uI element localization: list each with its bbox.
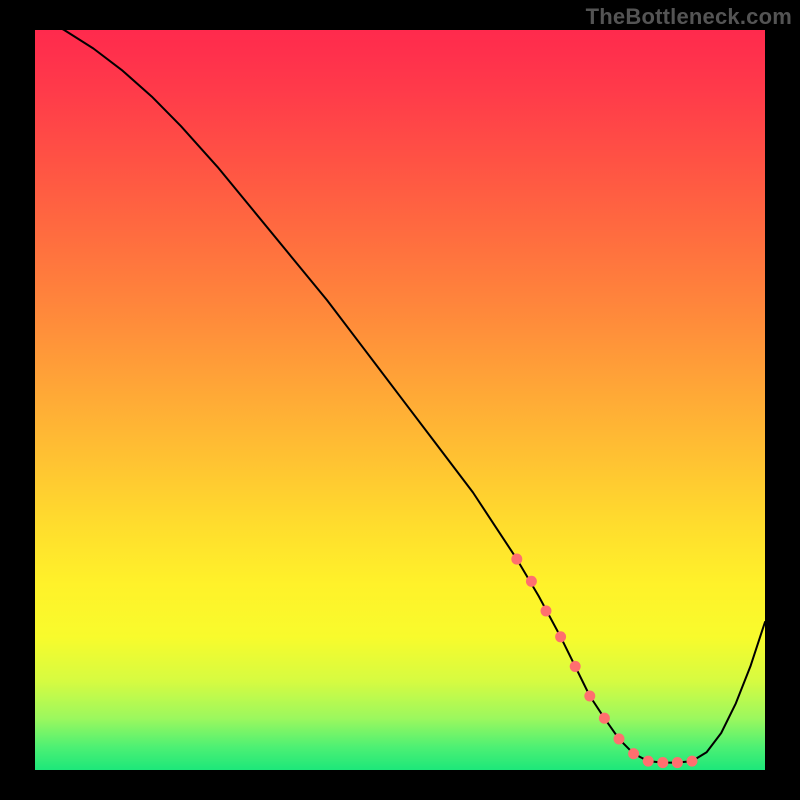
marker-dot bbox=[541, 605, 552, 616]
marker-dot bbox=[628, 748, 639, 759]
marker-dot bbox=[555, 631, 566, 642]
marker-dot bbox=[643, 756, 654, 767]
curve-layer bbox=[35, 30, 765, 770]
watermark-text: TheBottleneck.com bbox=[586, 4, 792, 30]
marker-dot bbox=[614, 733, 625, 744]
marker-dot bbox=[687, 756, 698, 767]
marker-dot bbox=[511, 554, 522, 565]
marker-dot bbox=[657, 757, 668, 768]
marker-dot bbox=[526, 576, 537, 587]
bottleneck-curve bbox=[35, 15, 765, 762]
marker-dot bbox=[672, 757, 683, 768]
marker-dot bbox=[599, 713, 610, 724]
optimal-range-markers bbox=[511, 554, 697, 769]
marker-dot bbox=[584, 690, 595, 701]
plot-area bbox=[35, 30, 765, 770]
chart-frame: TheBottleneck.com bbox=[0, 0, 800, 800]
marker-dot bbox=[570, 661, 581, 672]
